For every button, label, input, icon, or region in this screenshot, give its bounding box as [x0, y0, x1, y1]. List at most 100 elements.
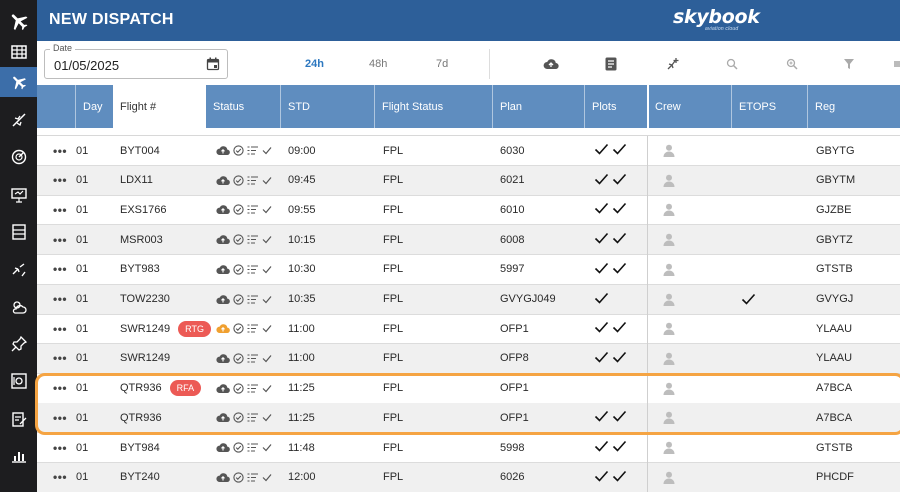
flight-cell[interactable]: BYT984: [120, 433, 160, 462]
cloud-upload-icon[interactable]: [216, 264, 230, 275]
cloud-upload-icon[interactable]: [216, 383, 230, 394]
crew-avatar-icon[interactable]: [663, 285, 675, 314]
flight-cell[interactable]: MSR003: [120, 225, 163, 254]
nav-report-button[interactable]: [0, 404, 37, 434]
nav-list-button[interactable]: [0, 217, 37, 247]
plan-cell[interactable]: 6030: [500, 136, 524, 165]
flight-cell[interactable]: QTR936 RFA: [120, 374, 202, 403]
crew-avatar-icon[interactable]: [663, 195, 675, 224]
plan-cell[interactable]: 5998: [500, 433, 524, 462]
col-day[interactable]: Day: [76, 85, 113, 128]
flight-cell[interactable]: EXS1766: [120, 195, 166, 224]
nav-safe-button[interactable]: [0, 366, 37, 396]
crew-avatar-icon[interactable]: [663, 403, 675, 432]
crew-avatar-icon[interactable]: [663, 255, 675, 284]
cloud-upload-icon[interactable]: [216, 175, 230, 186]
row-menu-icon[interactable]: •••: [53, 225, 67, 254]
col-flight-number[interactable]: Flight #: [113, 85, 206, 128]
table-row[interactable]: ••• 01 QTR936 11:25 FPL OFP1 A7BCA: [37, 403, 900, 434]
plan-cell[interactable]: OFP8: [500, 344, 529, 373]
flight-number[interactable]: LDX11: [120, 174, 153, 186]
col-std[interactable]: STD: [281, 85, 375, 128]
table-row[interactable]: ••• 01 BYT004 09:00 FPL 6030 GBYTG: [37, 136, 900, 166]
plan-cell[interactable]: OFP1: [500, 374, 529, 403]
calendar-icon[interactable]: [206, 57, 220, 76]
col-plots[interactable]: Plots: [585, 85, 647, 128]
range-7d-tab[interactable]: 7d: [436, 58, 448, 70]
plan-cell[interactable]: OFP1: [500, 314, 529, 343]
cloud-upload-icon[interactable]: [216, 294, 230, 305]
crew-avatar-icon[interactable]: [663, 374, 675, 403]
table-row[interactable]: ••• 01 TOW2230 10:35 FPL GVYGJ049 GVYGJ: [37, 284, 900, 315]
plan-cell[interactable]: OFP1: [500, 403, 529, 432]
flight-number[interactable]: BYT240: [120, 471, 160, 483]
col-crew[interactable]: Crew: [648, 85, 732, 128]
crew-avatar-icon[interactable]: [663, 433, 675, 462]
flight-number[interactable]: EXS1766: [120, 204, 166, 216]
airplane-logo-icon[interactable]: [0, 0, 37, 41]
crew-avatar-icon[interactable]: [663, 463, 675, 492]
crew-avatar-icon[interactable]: [663, 225, 675, 254]
row-menu-icon[interactable]: •••: [53, 374, 67, 403]
flight-number[interactable]: SWR1249: [120, 352, 170, 364]
flight-cell[interactable]: LDX11: [120, 166, 153, 195]
flight-cell[interactable]: BYT240: [120, 463, 160, 492]
table-row[interactable]: ••• 01 QTR936 RFA 11:25 FPL OFP1 A7BCA: [37, 373, 900, 404]
table-row[interactable]: ••• 01 LDX11 09:45 FPL 6021 GBYTM: [37, 165, 900, 196]
crew-avatar-icon[interactable]: [663, 136, 675, 165]
table-row[interactable]: ••• 01 SWR1249 11:00 FPL OFP8 YLAAU: [37, 343, 900, 374]
search-icon[interactable]: [724, 56, 740, 72]
flight-number[interactable]: BYT004: [120, 145, 160, 157]
add-flight-icon[interactable]: [665, 56, 681, 72]
nav-presentation-button[interactable]: [0, 180, 37, 210]
cloud-upload-icon[interactable]: [216, 442, 230, 453]
table-row[interactable]: ••• 01 BYT984 11:48 FPL 5998 GTSTB: [37, 433, 900, 463]
flight-number[interactable]: QTR936: [120, 382, 162, 394]
table-row[interactable]: ••• 01 BYT983 10:30 FPL 5997 GTSTB: [37, 254, 900, 285]
zoom-icon[interactable]: [784, 56, 800, 72]
nav-no-fly-button[interactable]: [0, 105, 37, 135]
cloud-upload-icon[interactable]: [216, 204, 230, 215]
row-menu-icon[interactable]: •••: [53, 314, 67, 343]
table-row[interactable]: ••• 01 SWR1249 RTG 11:00 FPL OFP1 YLAAU: [37, 314, 900, 345]
flight-number[interactable]: QTR936: [120, 412, 162, 424]
row-menu-icon[interactable]: •••: [53, 166, 67, 195]
plan-cell[interactable]: 6010: [500, 195, 524, 224]
nav-dispatch-button[interactable]: [0, 67, 37, 97]
nav-pin-button[interactable]: [0, 329, 37, 359]
nav-radar-button[interactable]: [0, 142, 37, 172]
crew-avatar-icon[interactable]: [663, 166, 675, 195]
flight-number[interactable]: BYT984: [120, 442, 160, 454]
nav-chart-button[interactable]: [0, 441, 37, 471]
table-row[interactable]: ••• 01 BYT240 12:00 FPL 6026 PHCDF: [37, 462, 900, 492]
date-value[interactable]: 01/05/2025: [54, 58, 119, 73]
more-tools-icon[interactable]: [890, 56, 900, 72]
document-icon[interactable]: [603, 56, 619, 72]
plan-cell[interactable]: 5997: [500, 255, 524, 284]
range-48h-tab[interactable]: 48h: [369, 58, 387, 70]
cloud-upload-icon[interactable]: [216, 412, 230, 423]
cloud-upload-icon[interactable]: [216, 472, 230, 483]
row-menu-icon[interactable]: •••: [53, 136, 67, 165]
flight-cell[interactable]: SWR1249 RTG: [120, 314, 211, 343]
flight-number[interactable]: MSR003: [120, 234, 163, 246]
flight-number[interactable]: SWR1249: [120, 323, 170, 335]
cloud-upload-icon[interactable]: [543, 56, 559, 72]
row-menu-icon[interactable]: •••: [53, 403, 67, 432]
crew-avatar-icon[interactable]: [663, 314, 675, 343]
filter-icon[interactable]: [841, 56, 857, 72]
col-plan[interactable]: Plan: [493, 85, 585, 128]
nav-flight-plan-button[interactable]: [0, 37, 37, 67]
row-menu-icon[interactable]: •••: [53, 195, 67, 224]
crew-avatar-icon[interactable]: [663, 344, 675, 373]
cloud-upload-icon[interactable]: [216, 353, 230, 364]
flight-cell[interactable]: BYT983: [120, 255, 160, 284]
row-menu-icon[interactable]: •••: [53, 285, 67, 314]
col-reg[interactable]: Reg: [808, 85, 900, 128]
flight-cell[interactable]: QTR936: [120, 403, 162, 432]
flight-number[interactable]: TOW2230: [120, 293, 170, 305]
row-menu-icon[interactable]: •••: [53, 255, 67, 284]
col-status[interactable]: Status: [206, 85, 280, 128]
flight-cell[interactable]: SWR1249: [120, 344, 170, 373]
row-menu-icon[interactable]: •••: [53, 344, 67, 373]
